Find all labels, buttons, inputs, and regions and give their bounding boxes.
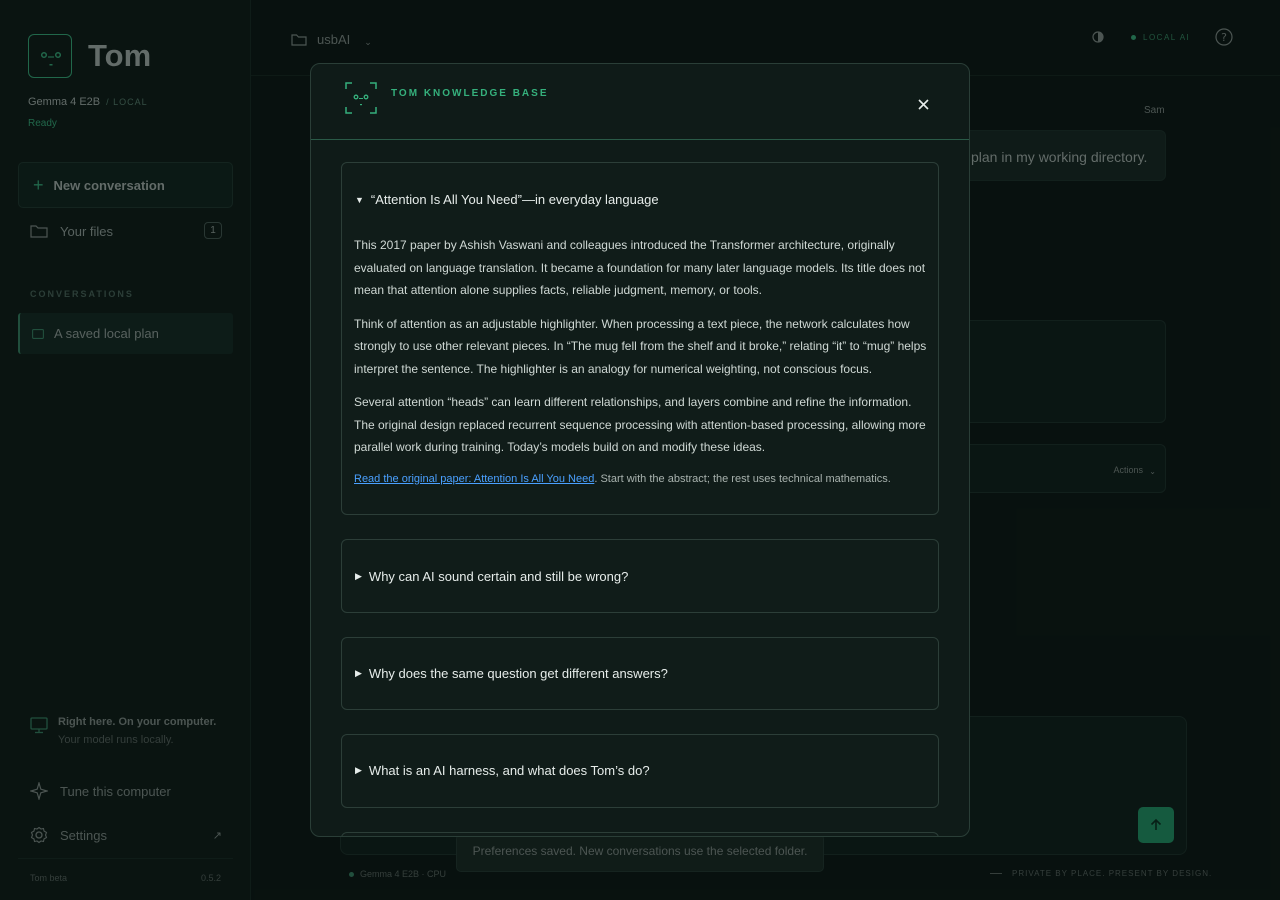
faq-question: Why does the same question get different… <box>368 666 668 681</box>
close-button[interactable] <box>911 92 935 116</box>
robot-logo-icon <box>345 82 377 114</box>
faq-toggle[interactable]: ▶ What is an AI harness, and what does T… <box>355 763 650 778</box>
faq-item: ▶ What is an AI harness, and what does T… <box>341 734 939 808</box>
faq-question: Why can AI sound certain and still be wr… <box>368 569 629 584</box>
close-icon <box>917 98 929 110</box>
faq-paragraph: Think of attention as an adjustable high… <box>354 316 927 376</box>
modal-header: TOM KNOWLEDGE BASE <box>311 64 969 140</box>
faq-item <box>341 832 939 836</box>
paper-link-note: . Start with the abstract; the rest uses… <box>594 472 891 485</box>
faq-paragraph: Several attention “heads” can learn diff… <box>354 395 926 454</box>
faq-paragraph: This 2017 paper by Ashish Vaswani and co… <box>354 238 926 297</box>
caret-down-icon: ▼ <box>355 194 364 205</box>
knowledge-base-modal: TOM KNOWLEDGE BASE ▼ “Attention Is All Y… <box>310 63 970 837</box>
faq-item: ▼ “Attention Is All You Need”—in everyda… <box>341 162 939 515</box>
modal-body[interactable]: ▼ “Attention Is All You Need”—in everyda… <box>311 140 969 836</box>
paper-link-line: Read the original paper: Attention Is Al… <box>354 470 928 488</box>
modal-title: TOM KNOWLEDGE BASE <box>391 88 549 99</box>
faq-toggle[interactable]: ▶ Why does the same question get differe… <box>355 666 668 681</box>
faq-toggle[interactable]: ▶ Why can AI sound certain and still be … <box>355 569 628 584</box>
faq-answer: This 2017 paper by Ashish Vaswani and co… <box>354 234 928 488</box>
caret-right-icon: ▶ <box>355 765 362 775</box>
faq-item: ▶ Why does the same question get differe… <box>341 637 939 710</box>
faq-item: ▶ Why can AI sound certain and still be … <box>341 539 939 613</box>
faq-question: What is an AI harness, and what does Tom… <box>368 763 650 778</box>
faq-question: “Attention Is All You Need”—in everyday … <box>370 192 659 207</box>
faq-toggle[interactable]: ▼ “Attention Is All You Need”—in everyda… <box>355 192 659 207</box>
caret-right-icon: ▶ <box>355 668 362 678</box>
caret-right-icon: ▶ <box>355 571 362 581</box>
paper-link[interactable]: Read the original paper: Attention Is Al… <box>354 473 594 485</box>
